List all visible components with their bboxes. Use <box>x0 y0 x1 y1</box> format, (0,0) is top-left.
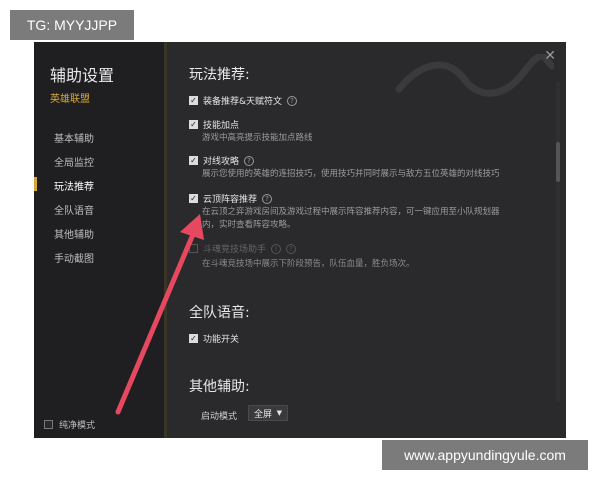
site-watermark: www.appyundingyule.com <box>382 440 588 470</box>
annotation-arrow <box>115 214 204 415</box>
tg-watermark: TG: MYYJJPP <box>10 10 134 40</box>
